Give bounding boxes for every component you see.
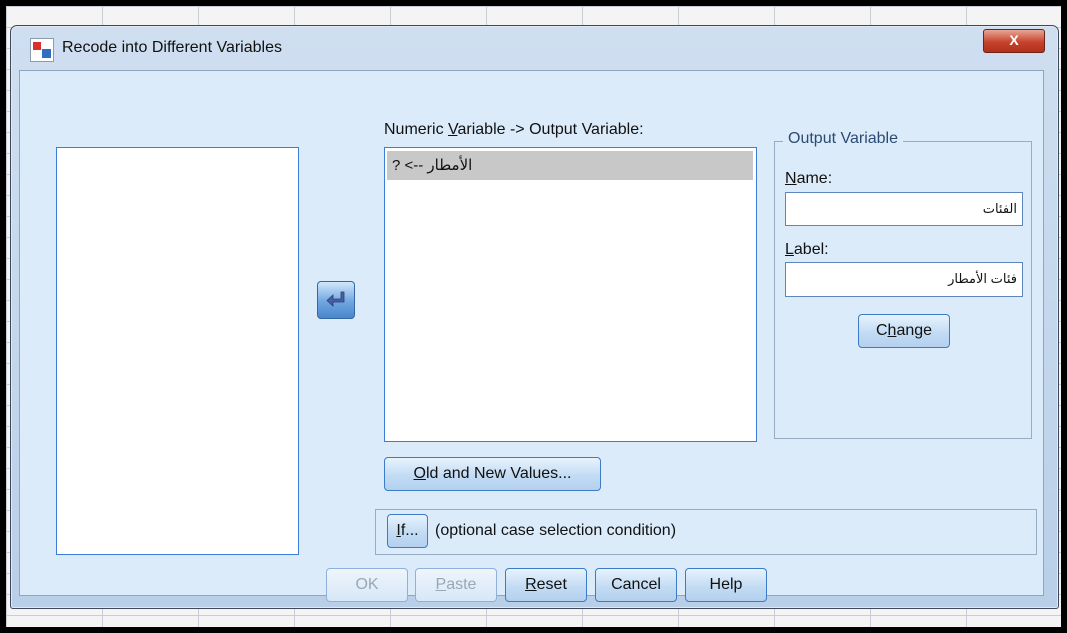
close-button[interactable]: X	[983, 29, 1045, 53]
mapping-list[interactable]: الأمطار --> ?	[384, 147, 757, 442]
name-field[interactable]: الفئات	[785, 192, 1023, 226]
close-icon: X	[1009, 32, 1019, 48]
cancel-button[interactable]: Cancel	[595, 568, 677, 602]
arrow-left-icon	[326, 291, 345, 307]
move-variable-button[interactable]	[317, 281, 355, 319]
label-label: Label:	[785, 241, 829, 258]
dialog-body: Numeric Variable -> Output Variable: الأ…	[19, 70, 1044, 602]
window-title: Recode into Different Variables	[62, 39, 282, 56]
old-and-new-values-button[interactable]: Old and New Values...	[384, 457, 601, 491]
source-variable-list[interactable]	[56, 147, 299, 555]
change-button[interactable]: Change	[858, 314, 950, 348]
if-button[interactable]: If...	[387, 514, 428, 548]
label-field[interactable]: فئات الأمطار	[785, 262, 1023, 297]
if-caption: (optional case selection condition)	[435, 522, 677, 539]
paste-button[interactable]: Paste	[415, 568, 497, 602]
name-field-value: الفئات	[982, 201, 1017, 216]
recode-app-icon	[30, 38, 54, 62]
output-variable-group-title: Output Variable	[783, 130, 903, 148]
label-field-value: فئات الأمطار	[948, 271, 1017, 286]
name-label: Name:	[785, 170, 833, 187]
mapping-item-text: الأمطار --> ?	[392, 157, 473, 174]
ok-button[interactable]: OK	[326, 568, 408, 602]
mapping-list-label: Numeric Variable -> Output Variable:	[384, 121, 644, 138]
help-button[interactable]: Help	[685, 568, 767, 602]
title-bar[interactable]: Recode into Different Variables X	[11, 26, 1058, 70]
mapping-list-item[interactable]: الأمطار --> ?	[387, 151, 753, 180]
reset-button[interactable]: Reset	[505, 568, 587, 602]
recode-dialog: Recode into Different Variables X Numeri…	[10, 25, 1059, 609]
